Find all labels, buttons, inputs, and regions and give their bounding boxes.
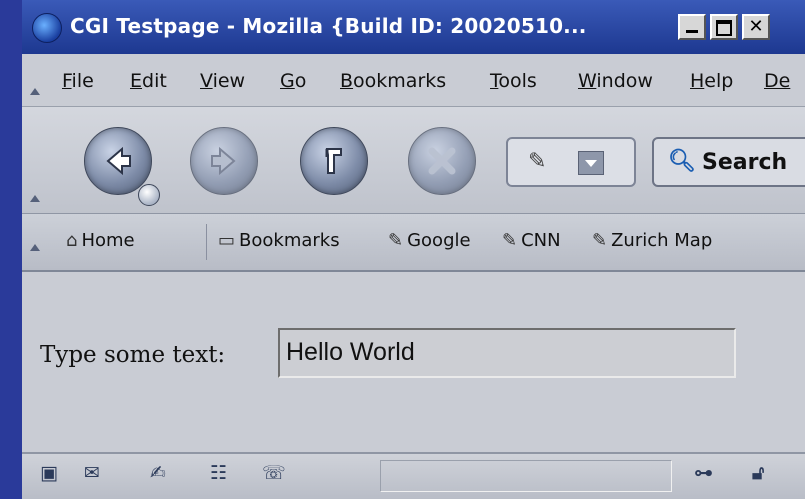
menu-bookmarks[interactable]: Bookmarks	[340, 70, 446, 92]
stop-button[interactable]	[408, 127, 476, 195]
search-label: Search	[702, 150, 788, 175]
search-button[interactable]: 🔍︎ Search	[652, 137, 805, 187]
close-button[interactable]: ✕	[742, 14, 770, 40]
menu-help[interactable]: Help	[690, 70, 733, 92]
maximize-icon	[716, 20, 732, 36]
bookmarks-folder-icon: ▭	[218, 230, 236, 251]
title-bar: CGI Testpage - Mozilla {Build ID: 200205…	[22, 0, 805, 54]
menu-debug[interactable]: De	[764, 70, 790, 92]
home-icon: ⌂	[66, 230, 78, 251]
location-bar[interactable]: ✎	[506, 137, 636, 187]
window-title: CGI Testpage - Mozilla {Build ID: 200205…	[70, 14, 587, 38]
forward-arrow-icon	[211, 146, 236, 176]
address-book-icon[interactable]: ☷	[210, 462, 227, 484]
stop-x-icon	[428, 147, 456, 175]
status-bar: ▣ ✉ ✍ ☷ ☏ ⊶ 🔓︎	[22, 452, 805, 499]
mail-icon[interactable]: ✉	[84, 462, 100, 484]
status-text-area	[380, 460, 672, 492]
text-input[interactable]: Hello World	[278, 328, 736, 378]
page-content: Type some text: Hello World	[22, 272, 805, 452]
bookmark-link-google[interactable]: ✎ Google	[388, 230, 471, 251]
location-dropdown-button[interactable]	[578, 151, 604, 175]
mozilla-logo-icon	[32, 13, 62, 43]
reload-button[interactable]	[300, 127, 368, 195]
online-connection-icon[interactable]: ⊶	[694, 462, 713, 484]
security-lock-icon[interactable]: 🔓︎	[752, 462, 764, 484]
menu-tools[interactable]: Tools	[490, 70, 537, 92]
back-arrow-icon	[106, 146, 131, 176]
navigator-icon[interactable]: ▣	[40, 462, 58, 484]
bookmark-link-icon: ✎	[592, 230, 608, 251]
bookmark-link-icon: ✎	[388, 230, 404, 251]
search-icon: 🔍︎	[668, 149, 696, 174]
home-button[interactable]: ⌂ Home	[66, 230, 135, 251]
menu-go[interactable]: Go	[280, 70, 306, 92]
reload-icon	[325, 148, 342, 174]
bookmark-link-icon: ✎	[502, 230, 518, 251]
toolbar-separator	[206, 224, 207, 260]
text-field-label: Type some text:	[40, 342, 226, 368]
minimize-button[interactable]	[678, 14, 706, 40]
composer-icon[interactable]: ✍	[150, 462, 166, 484]
bookmark-pen-icon: ✎	[528, 149, 547, 174]
browser-window: CGI Testpage - Mozilla {Build ID: 200205…	[22, 0, 805, 499]
menu-file[interactable]: File	[62, 70, 94, 92]
back-history-dropdown[interactable]	[138, 184, 160, 206]
bookmark-link-zurich-map[interactable]: ✎ Zurich Map	[592, 230, 712, 251]
menu-edit[interactable]: Edit	[130, 70, 167, 92]
close-icon: ✕	[748, 16, 764, 37]
personal-toolbar: ⌂ Home ▭ Bookmarks ✎ Google ✎ CNN ✎ Zurich Ma…	[22, 214, 805, 272]
back-button[interactable]	[84, 127, 152, 195]
menu-bar: File Edit View Go Bookmarks Tools Window…	[22, 54, 805, 107]
menu-window[interactable]: Window	[578, 70, 653, 92]
minimize-icon	[686, 30, 698, 33]
chat-icon[interactable]: ☏	[262, 462, 286, 484]
personalbar-grip-icon[interactable]	[30, 244, 40, 251]
bookmark-link-cnn[interactable]: ✎ CNN	[502, 230, 561, 251]
menubar-grip-icon[interactable]	[30, 88, 40, 95]
navbar-grip-icon[interactable]	[30, 195, 40, 202]
forward-button[interactable]	[190, 127, 258, 195]
maximize-button[interactable]	[710, 14, 738, 40]
menu-view[interactable]: View	[200, 70, 245, 92]
bookmarks-button[interactable]: ▭ Bookmarks	[218, 230, 340, 251]
navigation-toolbar: ✎ 🔍︎ Search	[22, 107, 805, 214]
